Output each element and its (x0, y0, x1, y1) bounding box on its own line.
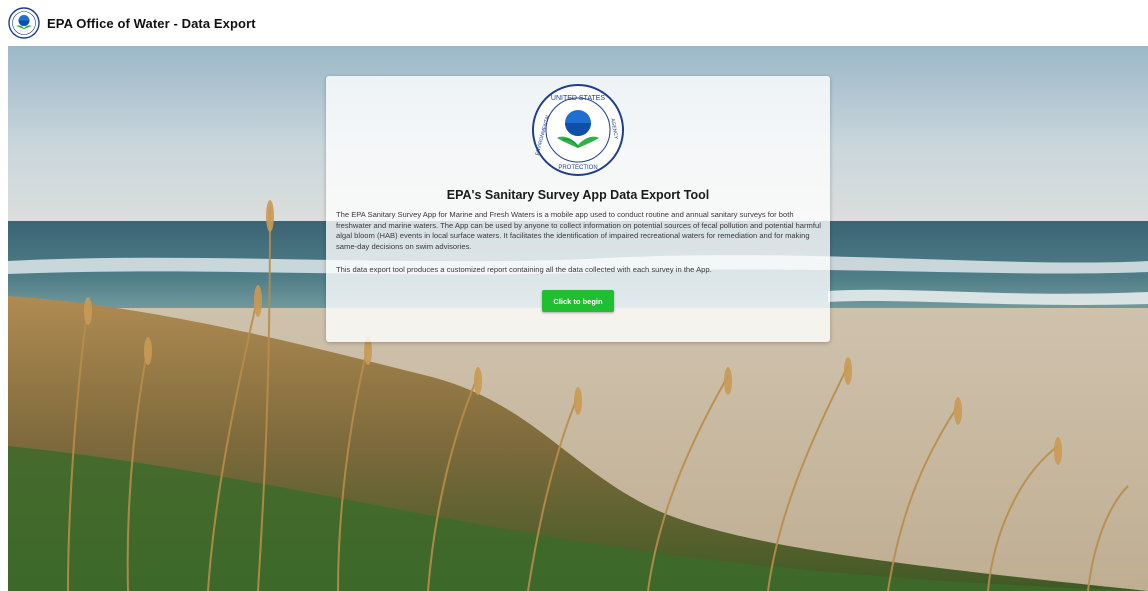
app-title: EPA Office of Water - Data Export (47, 15, 256, 31)
seal-text-top: UNITED STATES (551, 95, 606, 102)
page-heading: EPA's Sanitary Survey App Data Export To… (446, 188, 710, 202)
intro-card: UNITED STATES ENVIRONMENTAL PROTECTION A… (326, 76, 830, 342)
epa-seal-icon: UNITED STATES ENVIRONMENTAL PROTECTION A… (532, 84, 624, 176)
begin-button[interactable]: Click to begin (542, 290, 614, 312)
epa-seal-icon[interactable] (8, 7, 40, 39)
seal-text-bottom: PROTECTION (558, 165, 597, 171)
app-description: The EPA Sanitary Survey App for Marine a… (336, 210, 821, 251)
app-header: EPA Office of Water - Data Export (0, 0, 1148, 46)
export-description: This data export tool produces a customi… (336, 265, 712, 274)
